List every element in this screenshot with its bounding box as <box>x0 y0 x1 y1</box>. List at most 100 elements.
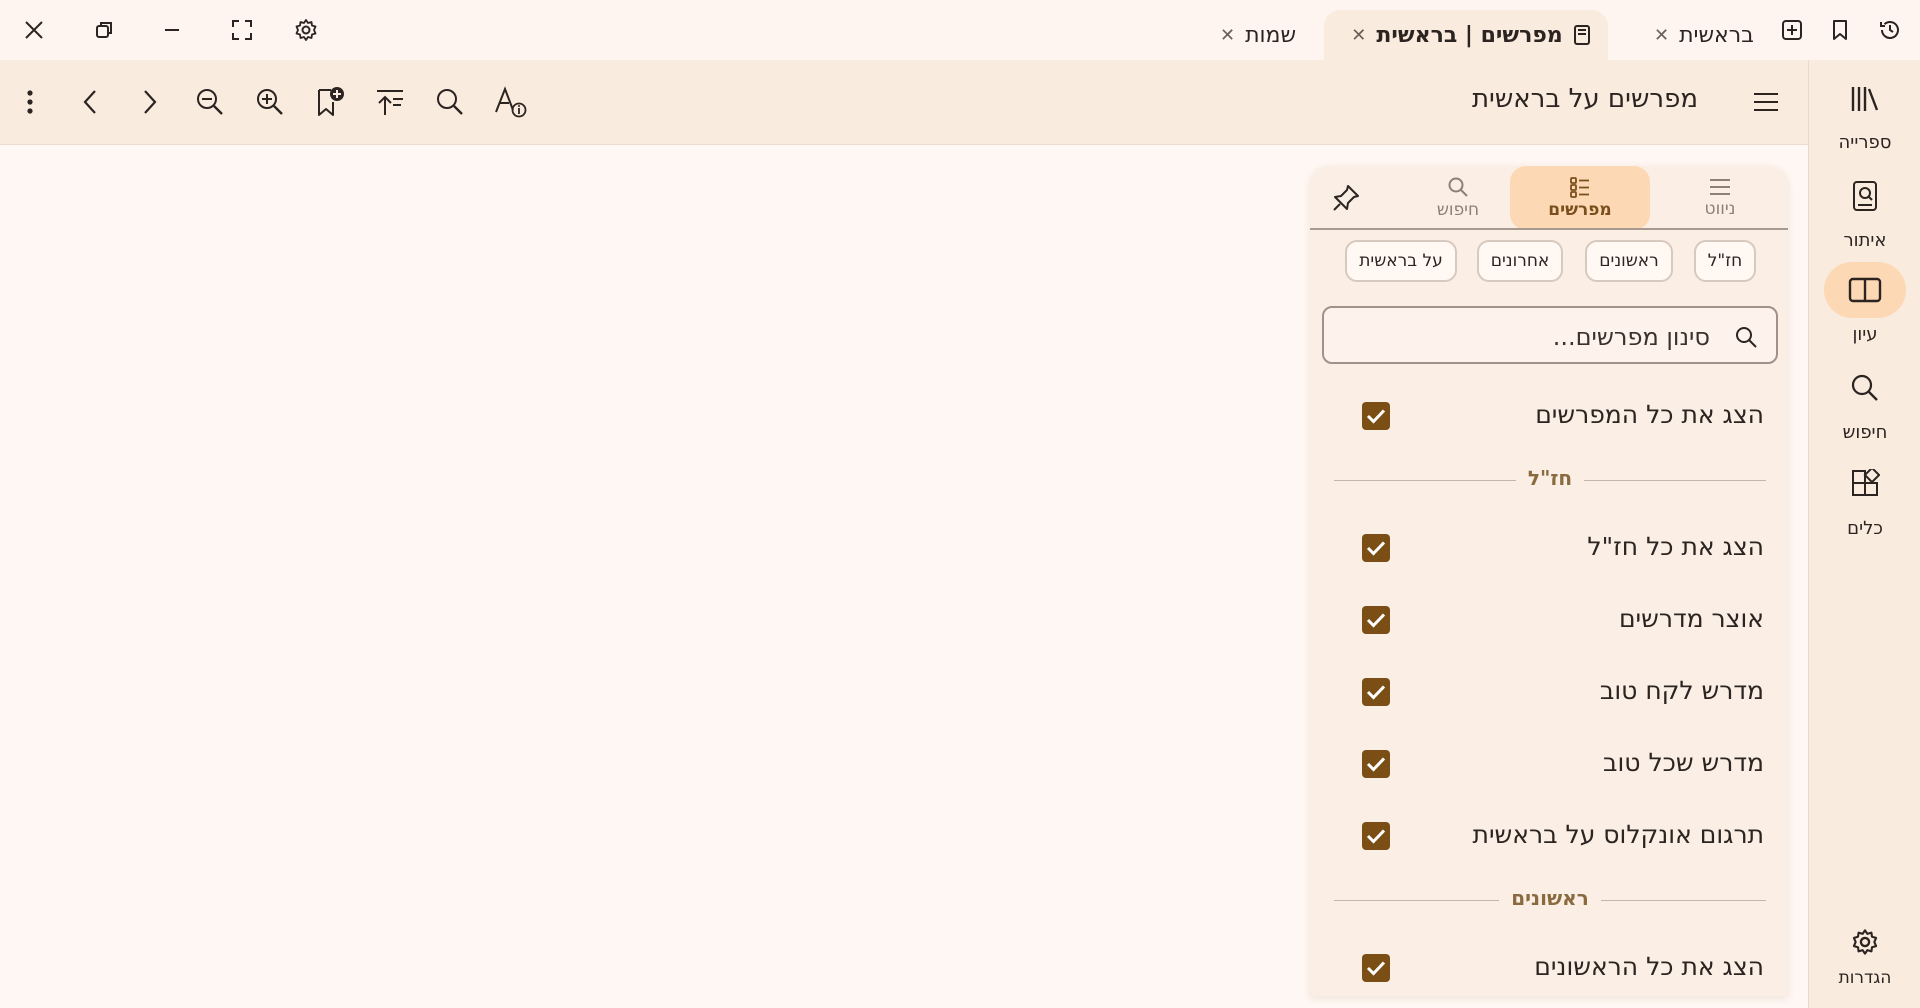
minimize-window-button[interactable] <box>152 10 192 50</box>
search-icon <box>1851 374 1878 401</box>
close-window-button[interactable] <box>14 10 54 50</box>
checkbox-row-targum-onkelos[interactable]: תרגום אונקלוס על בראשית <box>1310 808 1788 864</box>
rail-item-library[interactable]: ספרייה <box>1809 70 1920 153</box>
chevron-left-icon <box>83 90 96 114</box>
checkbox-checked[interactable] <box>1362 606 1390 634</box>
check-icon <box>1366 829 1386 844</box>
zoom-out-button[interactable] <box>190 82 230 122</box>
chip-rishonim[interactable]: ראשונים <box>1585 240 1673 282</box>
zoom-in-icon <box>257 89 283 115</box>
check-icon <box>1366 409 1386 424</box>
rail-item-tools[interactable]: כלים <box>1809 456 1920 539</box>
commentaries-panel: חיפוש מפרשים ניווט על בראשית אחרונים ראש… <box>1310 166 1788 996</box>
add-tab-icon <box>1782 20 1802 40</box>
new-tab-button[interactable] <box>1772 10 1812 50</box>
toc-menu-button[interactable] <box>1746 82 1786 122</box>
more-vertical-icon <box>27 90 33 114</box>
bookmark-add-icon <box>318 87 344 116</box>
checkbox-row-show-all[interactable]: הצג את כל המפרשים <box>1310 388 1788 444</box>
checkbox-checked[interactable] <box>1362 678 1390 706</box>
chip-chazal[interactable]: חז"ל <box>1694 240 1756 282</box>
close-tab-icon[interactable]: ✕ <box>1351 25 1366 46</box>
zoom-out-icon <box>197 89 223 115</box>
tab-panel-navigation[interactable]: ניווט <box>1650 166 1788 230</box>
filter-input[interactable] <box>1348 318 1712 356</box>
jump-to-top-button[interactable] <box>370 82 410 122</box>
close-icon <box>25 21 43 39</box>
arrow-top-icon <box>377 90 403 115</box>
window-title-bar: ✕ שמות ✕ מפרשים | בראשית ✕ בראשית <box>0 0 1920 60</box>
restore-icon <box>96 22 112 38</box>
history-icon <box>1880 21 1899 39</box>
book-icon <box>1573 25 1590 45</box>
previous-button[interactable] <box>70 82 110 122</box>
checkbox-row-midrash-sechel-tov[interactable]: מדרש שכל טוב <box>1310 736 1788 792</box>
tab-label: שמות <box>1245 22 1297 48</box>
check-icon <box>1366 961 1386 976</box>
menu-icon <box>1710 179 1730 195</box>
search-icon <box>1736 327 1757 348</box>
checkbox-row-otzar-midrashim[interactable]: אוצר מדרשים <box>1310 592 1788 648</box>
chip-acharonim[interactable]: אחרונים <box>1477 240 1563 282</box>
checkbox-checked[interactable] <box>1362 750 1390 778</box>
settings-button[interactable] <box>286 10 326 50</box>
chevron-right-icon <box>144 90 157 114</box>
bookmark-icon <box>1833 20 1847 40</box>
checkbox-checked[interactable] <box>1362 822 1390 850</box>
rail-item-settings[interactable]: הגדרות <box>1809 922 1920 988</box>
check-icon <box>1366 757 1386 772</box>
checkbox-row-midrash-lekach-tov[interactable]: מדרש לקח טוב <box>1310 664 1788 720</box>
filter-commentaries-field[interactable] <box>1322 306 1778 364</box>
list-icon <box>1570 177 1589 198</box>
tab-shemot[interactable]: ✕ שמות <box>1210 10 1296 60</box>
pin-panel-button[interactable] <box>1326 166 1366 230</box>
book-title: מפרשים על בראשית <box>1471 84 1698 114</box>
section-header-rishonim: ראשונים <box>1334 886 1766 916</box>
chip-on-bereshit[interactable]: על בראשית <box>1345 240 1457 282</box>
locate-book-icon <box>1853 181 1877 211</box>
fullscreen-icon <box>232 20 252 40</box>
search-icon <box>1448 177 1468 197</box>
font-info-icon <box>495 86 527 118</box>
open-book-icon <box>1848 277 1882 303</box>
restore-window-button[interactable] <box>84 10 124 50</box>
check-icon <box>1366 541 1386 556</box>
add-bookmark-button[interactable] <box>310 82 350 122</box>
tab-bereshit[interactable]: ✕ בראשית <box>1644 10 1754 60</box>
checkbox-checked[interactable] <box>1362 534 1390 562</box>
tab-panel-commentaries[interactable]: מפרשים <box>1510 166 1650 230</box>
rail-item-search[interactable]: חיפוש <box>1809 360 1920 443</box>
search-icon <box>437 89 463 115</box>
menu-icon <box>1754 93 1778 111</box>
rail-item-study[interactable]: עיון <box>1809 262 1920 345</box>
text-format-button[interactable] <box>490 82 530 122</box>
checkbox-row-show-all-chazal[interactable]: הצג את כל חז"ל <box>1310 520 1788 576</box>
search-in-book-button[interactable] <box>430 82 470 122</box>
tab-label: מפרשים | בראשית <box>1376 22 1563 48</box>
rail-item-locate[interactable]: איתור <box>1809 168 1920 251</box>
next-button[interactable] <box>130 82 170 122</box>
minimize-icon <box>165 29 179 31</box>
section-header-chazal: חז"ל <box>1334 466 1766 496</box>
history-button[interactable] <box>1870 10 1910 50</box>
check-icon <box>1366 613 1386 628</box>
library-icon <box>1851 87 1879 111</box>
check-icon <box>1366 685 1386 700</box>
bookmarks-button[interactable] <box>1820 10 1860 50</box>
close-tab-icon[interactable]: ✕ <box>1220 25 1235 46</box>
checkbox-checked[interactable] <box>1362 954 1390 982</box>
tab-panel-search[interactable]: חיפוש <box>1388 166 1528 230</box>
checkbox-row-show-all-rishonim[interactable]: הצג את כל הראשונים <box>1310 940 1788 996</box>
close-tab-icon[interactable]: ✕ <box>1654 25 1669 46</box>
tab-label: בראשית <box>1679 22 1754 48</box>
navigation-rail: ספרייה איתור עיון חיפוש כלים הגדרות <box>1808 60 1920 1008</box>
gear-icon <box>295 19 317 41</box>
fullscreen-button[interactable] <box>222 10 262 50</box>
reader-toolbar: מפרשים על בראשית <box>0 60 1808 145</box>
more-options-button[interactable] <box>10 82 50 122</box>
tab-divider <box>1310 228 1788 230</box>
tab-mefarshim-bereshit[interactable]: ✕ מפרשים | בראשית <box>1324 10 1608 60</box>
gear-icon <box>1852 929 1878 955</box>
checkbox-checked[interactable] <box>1362 402 1390 430</box>
zoom-in-button[interactable] <box>250 82 290 122</box>
